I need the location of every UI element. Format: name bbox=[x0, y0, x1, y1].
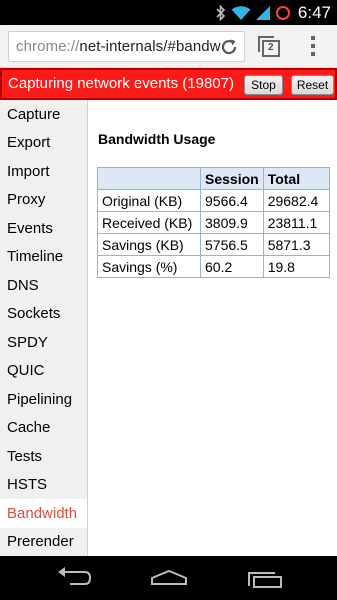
sidebar-item-dns[interactable]: DNS bbox=[0, 271, 87, 300]
home-icon[interactable] bbox=[149, 566, 189, 590]
row-label: Original (KB) bbox=[97, 189, 201, 212]
sidebar-item-sockets[interactable]: Sockets bbox=[0, 300, 87, 329]
url-path: net-internals/#bandw bbox=[79, 38, 221, 55]
signal-icon bbox=[255, 5, 270, 20]
session-value: 5756.5 bbox=[200, 233, 264, 256]
total-value: 29682.4 bbox=[262, 189, 330, 212]
sidebar-item-export[interactable]: Export bbox=[0, 129, 87, 158]
sidebar-item-import[interactable]: Import bbox=[0, 157, 87, 186]
sidebar-item-prerender[interactable]: Prerender bbox=[0, 528, 87, 557]
session-value: 9566.4 bbox=[200, 189, 264, 212]
url-text[interactable]: chrome://net-internals/#bandw bbox=[16, 38, 221, 55]
table-header-empty bbox=[97, 167, 201, 190]
sidebar-item-pipelining[interactable]: Pipelining bbox=[0, 385, 87, 414]
sidebar-item-proxy[interactable]: Proxy bbox=[0, 186, 87, 215]
url-scheme: chrome:// bbox=[16, 38, 80, 55]
capture-status-banner: Capturing network events (19807) Stop Re… bbox=[0, 68, 337, 100]
total-value: 5871.3 bbox=[262, 233, 330, 256]
sidebar-item-hsts[interactable]: HSTS bbox=[0, 471, 87, 500]
sidebar-nav: Capture Export Import Proxy Events Timel… bbox=[0, 100, 88, 556]
recents-icon[interactable] bbox=[245, 566, 285, 590]
row-label: Savings (%) bbox=[97, 255, 201, 278]
status-bar: 6:47 bbox=[0, 0, 337, 25]
table-row: Received (KB) 3809.9 23811.1 bbox=[97, 211, 330, 234]
table-row: Savings (KB) 5756.5 5871.3 bbox=[97, 233, 330, 256]
page-title: Bandwidth Usage bbox=[98, 131, 216, 147]
bluetooth-icon bbox=[216, 4, 226, 21]
table-header-session: Session bbox=[200, 167, 264, 190]
session-value: 60.2 bbox=[200, 255, 264, 278]
sidebar-item-bandwidth[interactable]: Bandwidth bbox=[0, 499, 87, 528]
tab-switcher-button[interactable]: 2 bbox=[257, 34, 281, 58]
sidebar-item-spdy[interactable]: SPDY bbox=[0, 328, 87, 357]
table-header-total: Total bbox=[262, 167, 330, 190]
status-icons: 6:47 bbox=[215, 3, 331, 22]
reset-button[interactable]: Reset bbox=[291, 75, 334, 95]
page-content: Capture Export Import Proxy Events Timel… bbox=[0, 100, 337, 556]
table-header-row: Session Total bbox=[97, 167, 330, 190]
sidebar-item-events[interactable]: Events bbox=[0, 214, 87, 243]
total-value: 23811.1 bbox=[262, 211, 330, 234]
table-row: Savings (%) 60.2 19.8 bbox=[97, 255, 330, 278]
row-label: Received (KB) bbox=[97, 211, 201, 234]
bandwidth-table: Session Total Original (KB) 9566.4 29682… bbox=[97, 167, 330, 278]
bandwidth-panel: Bandwidth Usage Session Total Original (… bbox=[88, 100, 337, 556]
clock-time: 6:47 bbox=[297, 2, 331, 22]
table-row: Original (KB) 9566.4 29682.4 bbox=[97, 189, 330, 212]
battery-icon bbox=[275, 5, 290, 20]
omnibox[interactable]: chrome://net-internals/#bandw bbox=[8, 31, 245, 62]
reload-icon[interactable] bbox=[218, 36, 240, 58]
stop-button[interactable]: Stop bbox=[244, 75, 283, 95]
back-icon[interactable] bbox=[54, 566, 94, 590]
sidebar-item-cache[interactable]: Cache bbox=[0, 414, 87, 443]
sidebar-item-capture[interactable]: Capture bbox=[0, 100, 87, 129]
sidebar-item-tests[interactable]: Tests bbox=[0, 442, 87, 471]
sidebar-item-quic[interactable]: QUIC bbox=[0, 357, 87, 386]
url-bar: chrome://net-internals/#bandw 2 bbox=[0, 25, 337, 68]
wifi-icon bbox=[231, 5, 251, 20]
total-value: 19.8 bbox=[262, 255, 330, 278]
system-nav-bar bbox=[0, 556, 337, 600]
session-value: 3809.9 bbox=[200, 211, 264, 234]
tab-count: 2 bbox=[268, 42, 274, 53]
sidebar-item-timeline[interactable]: Timeline bbox=[0, 243, 87, 272]
row-label: Savings (KB) bbox=[97, 233, 201, 256]
overflow-menu-icon[interactable] bbox=[305, 35, 321, 57]
capture-status-text: Capturing network events (19807) bbox=[8, 75, 234, 92]
